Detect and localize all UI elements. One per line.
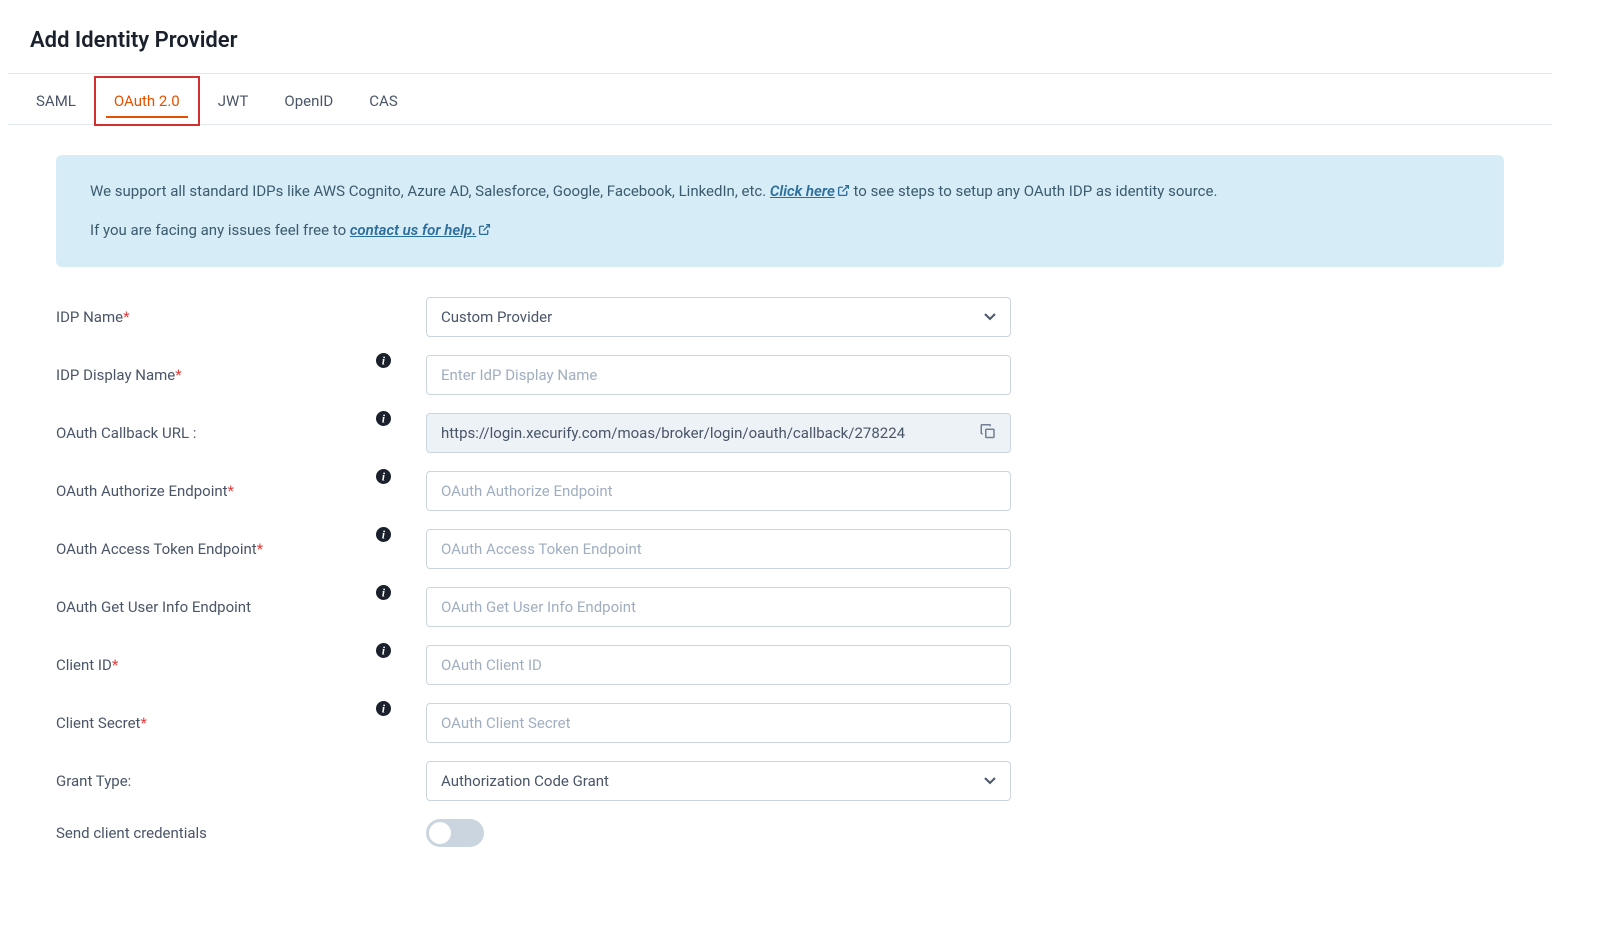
banner-text-2-pre: If you are facing any issues feel free t…: [90, 221, 350, 239]
row-callback: OAuth Callback URL : i: [56, 413, 1504, 453]
info-icon[interactable]: i: [376, 643, 391, 662]
info-banner: We support all standard IDPs like AWS Co…: [56, 155, 1504, 267]
field-grant-type: Authorization Code Grant: [426, 761, 1011, 801]
field-client-secret: [426, 703, 1011, 743]
info-icon[interactable]: i: [376, 411, 391, 430]
row-idp-display-name: IDP Display Name* i: [56, 355, 1504, 395]
field-client-id: [426, 645, 1011, 685]
info-icon[interactable]: i: [376, 353, 391, 372]
client-secret-input[interactable]: [426, 703, 1011, 743]
token-endpoint-input[interactable]: [426, 529, 1011, 569]
label-send-client-creds: Send client credentials: [56, 824, 376, 842]
info-col: i: [376, 585, 426, 604]
info-col: i: [376, 701, 426, 720]
label-client-secret: Client Secret*: [56, 714, 376, 732]
grant-type-select[interactable]: Authorization Code Grant: [426, 761, 1011, 801]
label-callback: OAuth Callback URL :: [56, 424, 376, 442]
info-icon[interactable]: i: [376, 469, 391, 488]
page-title: Add Identity Provider: [8, 10, 1552, 73]
label-client-id: Client ID*: [56, 656, 376, 674]
tab-oauth[interactable]: OAuth 2.0: [94, 76, 200, 126]
label-idp-display-name: IDP Display Name*: [56, 366, 376, 384]
row-client-id: Client ID* i: [56, 645, 1504, 685]
field-idp-display-name: [426, 355, 1011, 395]
info-col: i: [376, 469, 426, 488]
field-send-client-creds: [426, 819, 1011, 847]
authorize-endpoint-input[interactable]: [426, 471, 1011, 511]
send-client-creds-toggle[interactable]: [426, 819, 484, 847]
callback-url-input[interactable]: [426, 413, 1011, 453]
row-client-secret: Client Secret* i: [56, 703, 1504, 743]
external-link-icon: [478, 219, 491, 243]
row-idp-name: IDP Name* Custom Provider: [56, 297, 1504, 337]
field-idp-name: Custom Provider: [426, 297, 1011, 337]
label-idp-name: IDP Name*: [56, 308, 376, 326]
row-grant-type: Grant Type: Authorization Code Grant: [56, 761, 1504, 801]
field-token: [426, 529, 1011, 569]
tab-jwt[interactable]: JWT: [200, 78, 267, 124]
banner-text-1-pre: We support all standard IDPs like AWS Co…: [90, 182, 770, 200]
label-token: OAuth Access Token Endpoint*: [56, 540, 376, 558]
info-col: i: [376, 643, 426, 662]
tab-bar: SAML OAuth 2.0 JWT OpenID CAS: [8, 78, 1552, 125]
info-col: i: [376, 353, 426, 372]
label-authorize: OAuth Authorize Endpoint*: [56, 482, 376, 500]
row-userinfo: OAuth Get User Info Endpoint i: [56, 587, 1504, 627]
contact-us-link[interactable]: contact us for help.: [350, 221, 492, 239]
click-here-link[interactable]: Click here: [770, 182, 850, 200]
info-icon[interactable]: i: [376, 527, 391, 546]
userinfo-endpoint-input[interactable]: [426, 587, 1011, 627]
row-send-client-creds: Send client credentials: [56, 819, 1504, 847]
header-divider: [8, 73, 1552, 74]
tab-openid[interactable]: OpenID: [266, 78, 351, 124]
idp-display-name-input[interactable]: [426, 355, 1011, 395]
row-token: OAuth Access Token Endpoint* i: [56, 529, 1504, 569]
label-userinfo: OAuth Get User Info Endpoint: [56, 598, 376, 616]
content-area: We support all standard IDPs like AWS Co…: [8, 125, 1552, 895]
info-icon[interactable]: i: [376, 585, 391, 604]
tab-cas[interactable]: CAS: [351, 78, 415, 124]
page-container: Add Identity Provider SAML OAuth 2.0 JWT…: [0, 0, 1560, 935]
banner-text-1-post: to see steps to setup any OAuth IDP as i…: [850, 182, 1218, 200]
info-icon[interactable]: i: [376, 701, 391, 720]
info-col: i: [376, 411, 426, 430]
external-link-icon: [837, 180, 850, 204]
copy-callback-button[interactable]: [975, 419, 1001, 448]
info-col: i: [376, 527, 426, 546]
copy-icon: [979, 429, 997, 444]
field-authorize: [426, 471, 1011, 511]
field-callback: [426, 413, 1011, 453]
label-grant-type: Grant Type:: [56, 772, 376, 790]
client-id-input[interactable]: [426, 645, 1011, 685]
field-userinfo: [426, 587, 1011, 627]
idp-name-select[interactable]: Custom Provider: [426, 297, 1011, 337]
tab-saml[interactable]: SAML: [18, 78, 94, 124]
banner-line-1: We support all standard IDPs like AWS Co…: [90, 179, 1470, 204]
row-authorize: OAuth Authorize Endpoint* i: [56, 471, 1504, 511]
banner-line-2: If you are facing any issues feel free t…: [90, 218, 1470, 243]
